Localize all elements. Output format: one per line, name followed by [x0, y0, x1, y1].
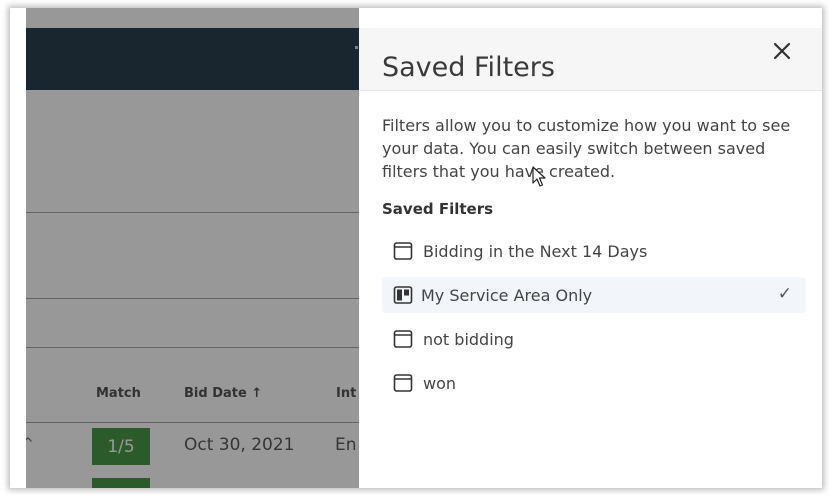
window-icon	[393, 241, 413, 261]
saved-filter-label: My Service Area Only	[421, 285, 593, 305]
panel-title: Saved Filters	[382, 52, 555, 84]
window-icon	[393, 329, 413, 349]
modal-overlay[interactable]	[10, 8, 359, 488]
board-icon	[393, 285, 413, 305]
close-icon	[773, 42, 791, 60]
saved-filter-not-bidding[interactable]: not bidding	[382, 321, 806, 357]
saved-filter-label: won	[423, 373, 457, 393]
panel-description: Filters allow you to customize how you w…	[382, 116, 791, 181]
section-label: Saved Filters	[382, 200, 494, 218]
mouse-cursor-icon	[532, 166, 546, 187]
saved-filter-won[interactable]: won	[382, 365, 806, 401]
saved-filter-label: Bidding in the Next 14 Days	[423, 241, 648, 261]
screenshot-frame: Match Bid Date ↑ Int ^ 1/5 Oct 30, 2021 …	[10, 8, 822, 488]
saved-filter-my-service-area-only[interactable]: My Service Area Only ✓	[382, 277, 806, 313]
saved-filters-panel: Saved Filters Filters allow you to custo…	[359, 8, 822, 488]
saved-filter-bidding-next-14-days[interactable]: Bidding in the Next 14 Days	[382, 233, 806, 269]
background-app: Match Bid Date ↑ Int ^ 1/5 Oct 30, 2021 …	[10, 8, 359, 488]
window-icon	[393, 373, 413, 393]
window-edge	[10, 8, 26, 488]
checkmark-icon: ✓	[777, 284, 792, 304]
saved-filter-label: not bidding	[423, 329, 514, 349]
panel-header: Saved Filters	[359, 28, 822, 91]
close-button[interactable]	[767, 36, 797, 66]
